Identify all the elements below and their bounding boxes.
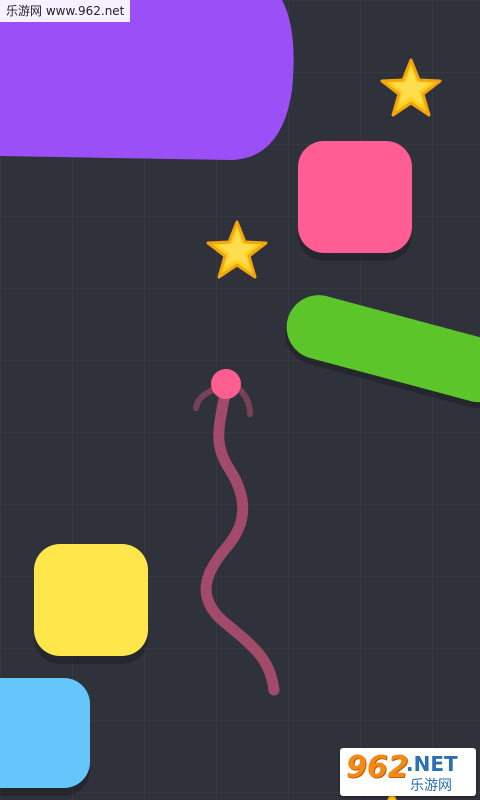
snake-trail (200, 380, 280, 696)
yellow-square (34, 544, 148, 656)
snake-head (211, 369, 241, 399)
star-center[interactable] (204, 218, 270, 284)
logo-number: 962 (346, 750, 409, 785)
blue-square (0, 678, 90, 788)
star-top-right[interactable] (378, 56, 444, 122)
logo-chinese: 乐游网 (410, 778, 452, 794)
site-logo: 962 .NET 乐游网 (340, 748, 476, 796)
game-canvas[interactable]: 乐游网 www.962.net 962 .NET 乐游网 (0, 0, 480, 800)
pink-square (298, 141, 412, 253)
green-bar (285, 295, 480, 408)
snake-ear-left (193, 387, 216, 411)
logo-suffix: .NET (406, 752, 458, 776)
purple-block (0, 0, 294, 160)
snake-ear-right (237, 387, 253, 417)
watermark-text: 乐游网 www.962.net (0, 0, 131, 22)
